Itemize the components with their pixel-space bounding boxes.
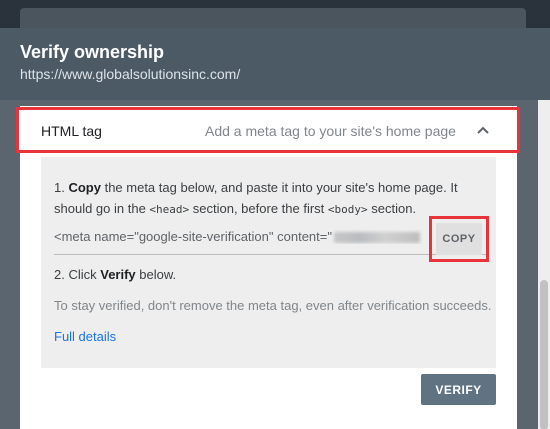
site-url: https://www.globalsolutionsinc.com/ <box>20 66 241 82</box>
meta-tag-field[interactable]: <meta name="google-site-verification" co… <box>54 219 487 255</box>
verify-button[interactable]: VERIFY <box>421 374 496 405</box>
copy-button[interactable]: COPY <box>436 223 482 255</box>
scrollbar-thumb[interactable] <box>540 280 548 429</box>
method-description: Add a meta tag to your site's home page <box>205 123 456 139</box>
meta-tag-value[interactable]: <meta name="google-site-verification" co… <box>54 229 426 244</box>
method-title: HTML tag <box>41 123 102 139</box>
full-details-link[interactable]: Full details <box>54 329 116 344</box>
chevron-up-icon[interactable] <box>473 120 493 140</box>
body-tag: <body> <box>327 203 368 216</box>
scrollbar[interactable] <box>538 100 550 429</box>
dialog-title: Verify ownership <box>20 42 165 62</box>
verification-note: To stay verified, don't remove the meta … <box>54 298 492 313</box>
backdrop <box>0 0 550 32</box>
dialog-header: Verify ownership https://www.globalsolut… <box>0 28 550 100</box>
instructions-box: 1. Copy the meta tag below, and paste it… <box>41 157 496 368</box>
step-1-text: 1. Copy the meta tag below, and paste it… <box>54 180 458 216</box>
copy-emphasis: Copy <box>68 180 101 195</box>
head-tag: <head> <box>149 203 190 216</box>
redacted-token <box>333 232 420 244</box>
verify-emphasis: Verify <box>100 267 136 282</box>
step-2-text: 2. Click Verify below. <box>54 267 177 282</box>
html-tag-accordion-header[interactable]: HTML tag Add a meta tag to your site's h… <box>16 107 520 153</box>
